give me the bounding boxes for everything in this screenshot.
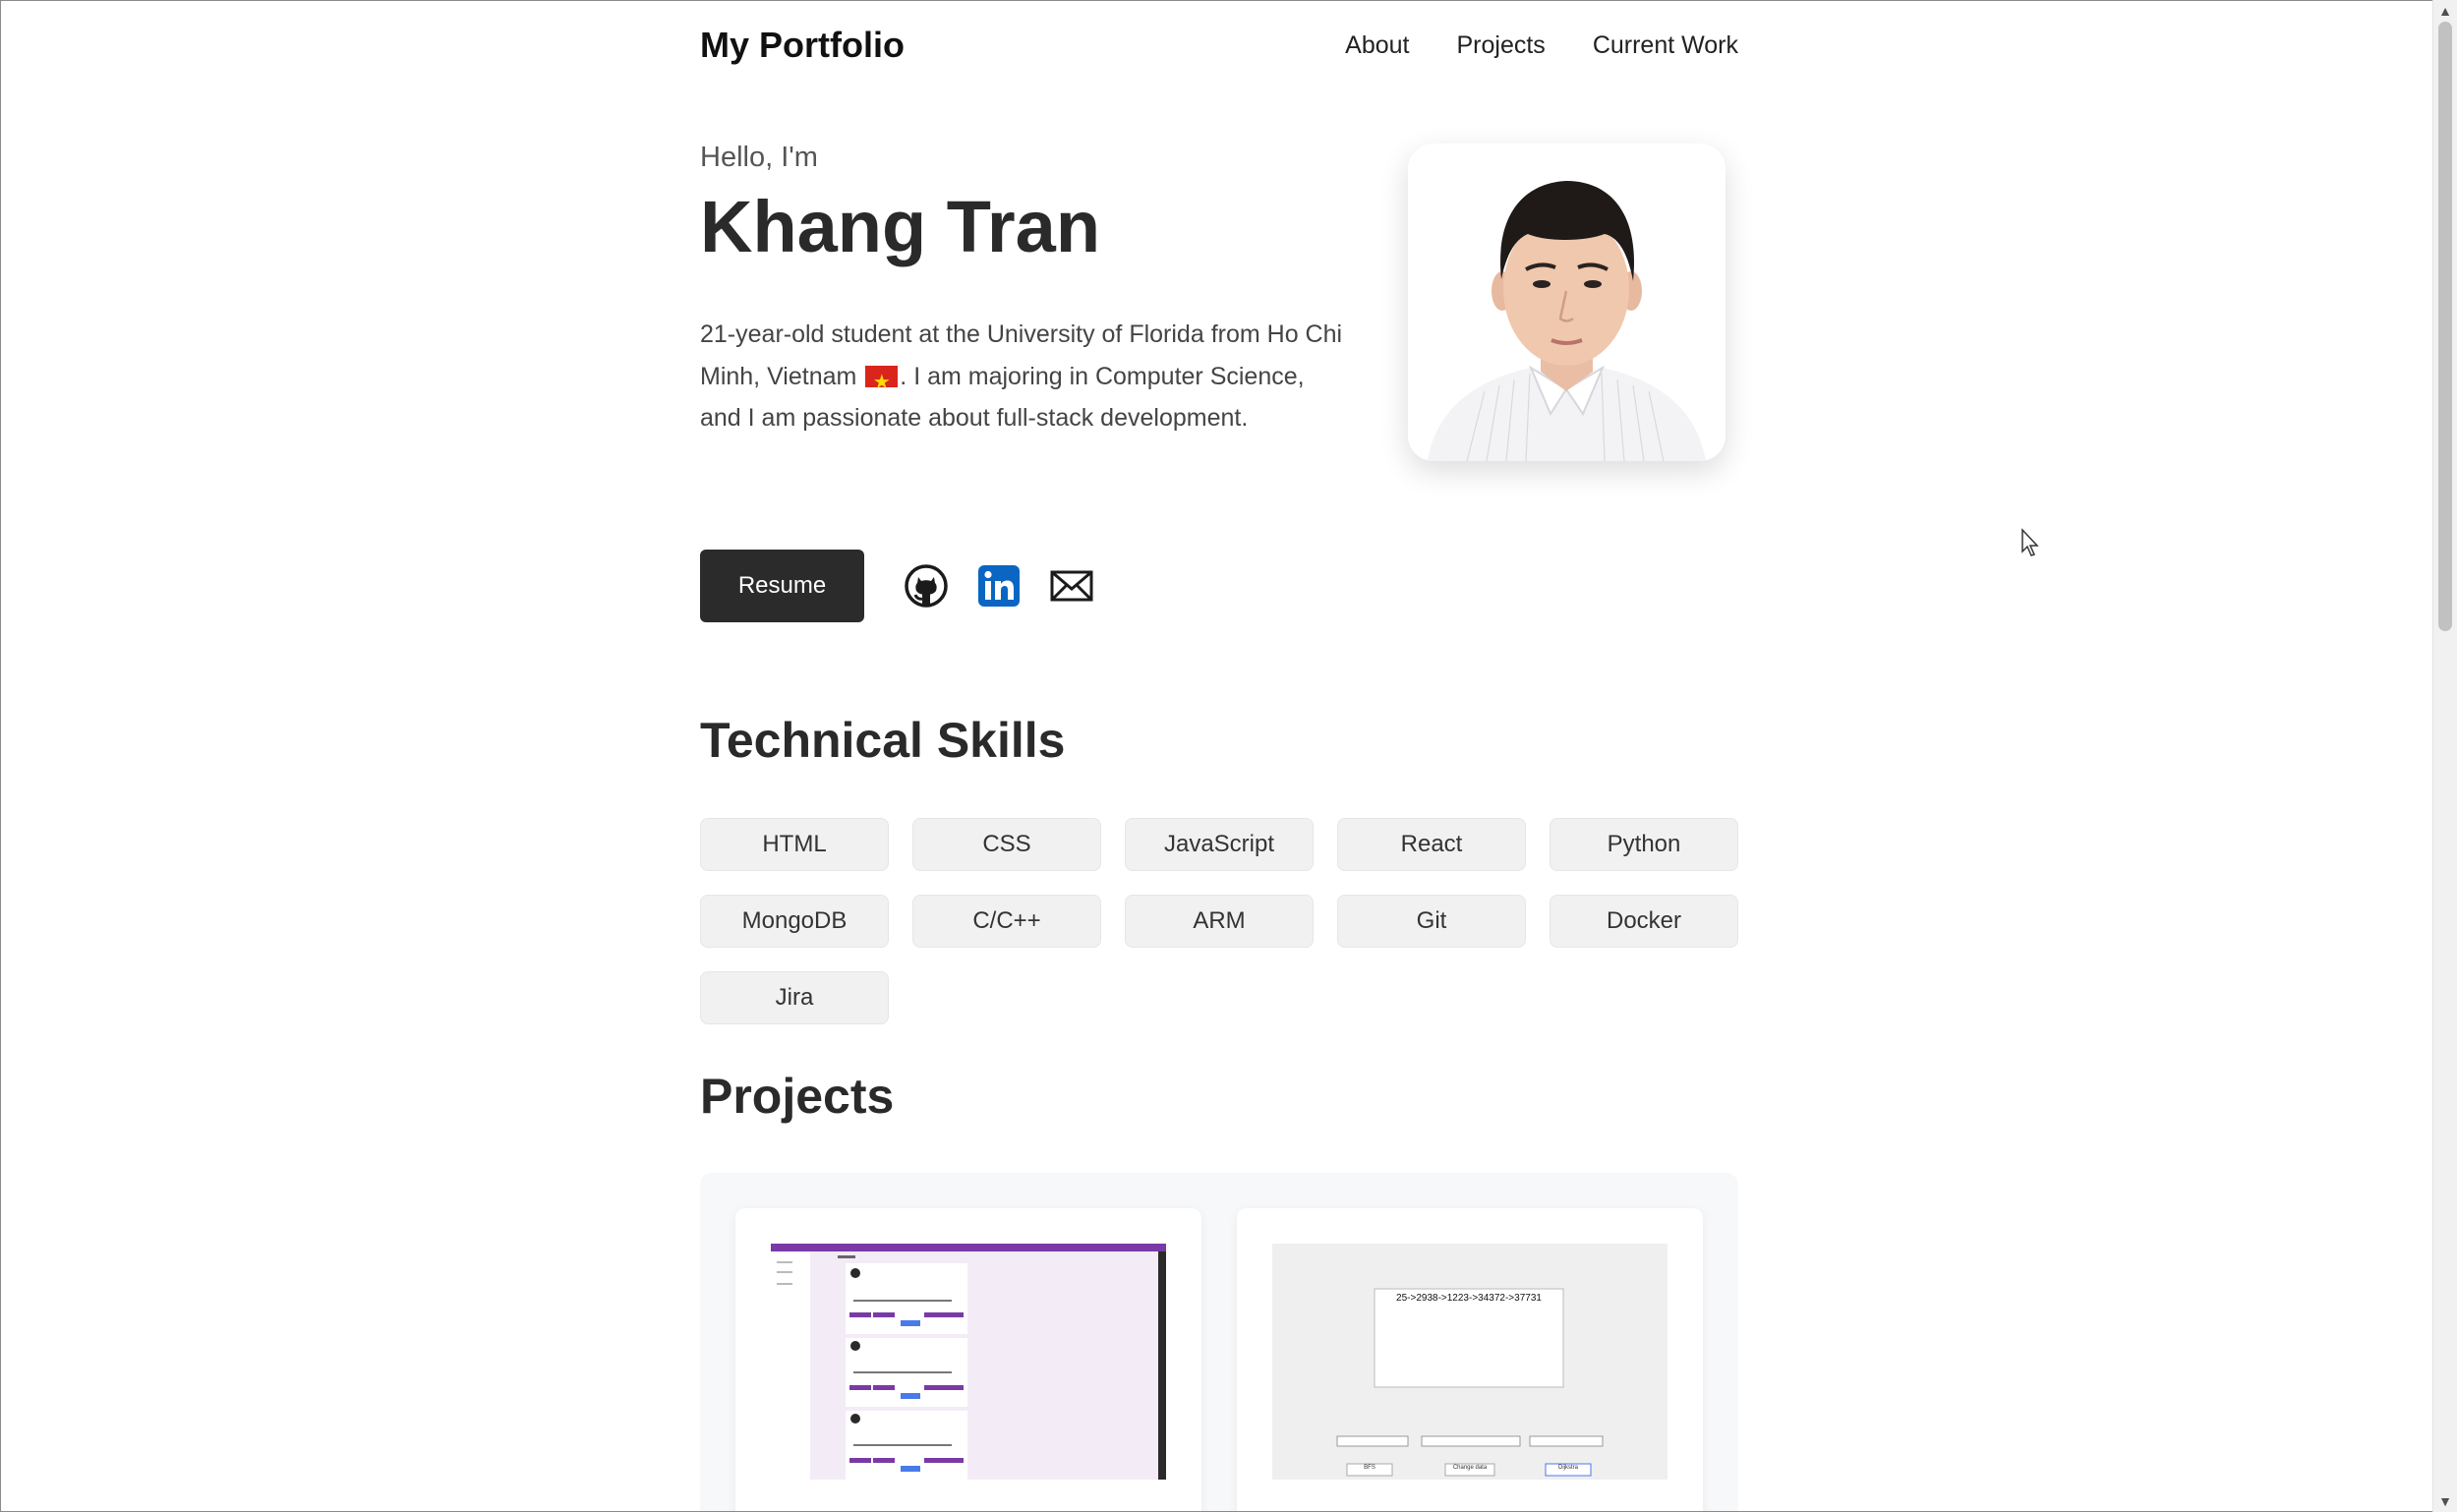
mail-icon — [1050, 570, 1093, 602]
skill-tag: HTML — [700, 818, 889, 871]
skill-tag: Docker — [1550, 895, 1738, 948]
email-link[interactable] — [1049, 563, 1094, 609]
project-screenshot-image — [771, 1244, 1166, 1480]
github-link[interactable] — [904, 563, 949, 609]
social-links — [904, 563, 1094, 609]
skill-tag: C/C++ — [912, 895, 1101, 948]
skill-tag: JavaScript — [1125, 818, 1314, 871]
skill-tag: React — [1337, 818, 1526, 871]
skill-tag: ARM — [1125, 895, 1314, 948]
browser-viewport: My Portfolio About Projects Current Work… — [0, 0, 2434, 1512]
change-data-button: Change data — [1452, 1465, 1488, 1471]
main-nav: About Projects Current Work — [1345, 31, 1738, 60]
skills-grid: HTML CSS JavaScript React Python MongoDB… — [700, 818, 1738, 1024]
project-screenshot-image — [1272, 1244, 1667, 1480]
skill-tag: MongoDB — [700, 895, 889, 948]
site-header: My Portfolio About Projects Current Work — [700, 21, 1738, 70]
profile-photo — [1408, 144, 1726, 461]
skill-tag: Git — [1337, 895, 1526, 948]
scroll-down-arrow-icon[interactable]: ▼ — [2433, 1492, 2457, 1510]
resume-button[interactable]: Resume — [700, 550, 864, 622]
project-thumbnail: 25->2938->1223->34372->37731 BFS Change … — [1272, 1244, 1667, 1480]
projects-title: Projects — [700, 1069, 895, 1124]
bfs-button: BFS — [1364, 1465, 1375, 1471]
linkedin-link[interactable] — [976, 563, 1022, 609]
skill-tag: Jira — [700, 971, 889, 1024]
projects-panel: 25->2938->1223->34372->37731 BFS Change … — [700, 1173, 1738, 1511]
vietnam-flag-icon — [865, 362, 899, 403]
project-thumbnail — [771, 1244, 1166, 1480]
nav-projects[interactable]: Projects — [1457, 31, 1546, 60]
skills-title: Technical Skills — [700, 713, 1066, 768]
skill-tag: CSS — [912, 818, 1101, 871]
nav-current-work[interactable]: Current Work — [1593, 31, 1738, 60]
site-logo[interactable]: My Portfolio — [700, 25, 905, 66]
hero-greeting: Hello, I'm — [700, 142, 818, 173]
project-card[interactable] — [735, 1208, 1201, 1511]
scrollbar-thumb[interactable] — [2438, 22, 2452, 631]
github-icon — [905, 564, 948, 608]
mouse-cursor-icon — [2021, 528, 2039, 556]
project-card[interactable]: 25->2938->1223->34372->37731 BFS Change … — [1237, 1208, 1703, 1511]
hero-bio: 21-year-old student at the University of… — [700, 314, 1349, 439]
skill-tag: Python — [1550, 818, 1738, 871]
linkedin-icon — [978, 565, 1020, 607]
vertical-scrollbar[interactable]: ▲ ▼ — [2432, 0, 2457, 1512]
hero-actions: Resume — [700, 550, 1094, 622]
graph-path-text: 25->2938->1223->34372->37731 — [1396, 1293, 1542, 1304]
scroll-up-arrow-icon[interactable]: ▲ — [2433, 2, 2457, 20]
nav-about[interactable]: About — [1345, 31, 1409, 60]
profile-portrait-image — [1408, 144, 1726, 461]
dijkstra-button: Dijkstra — [1557, 1465, 1578, 1471]
hero-name: Khang Tran — [700, 186, 1101, 267]
